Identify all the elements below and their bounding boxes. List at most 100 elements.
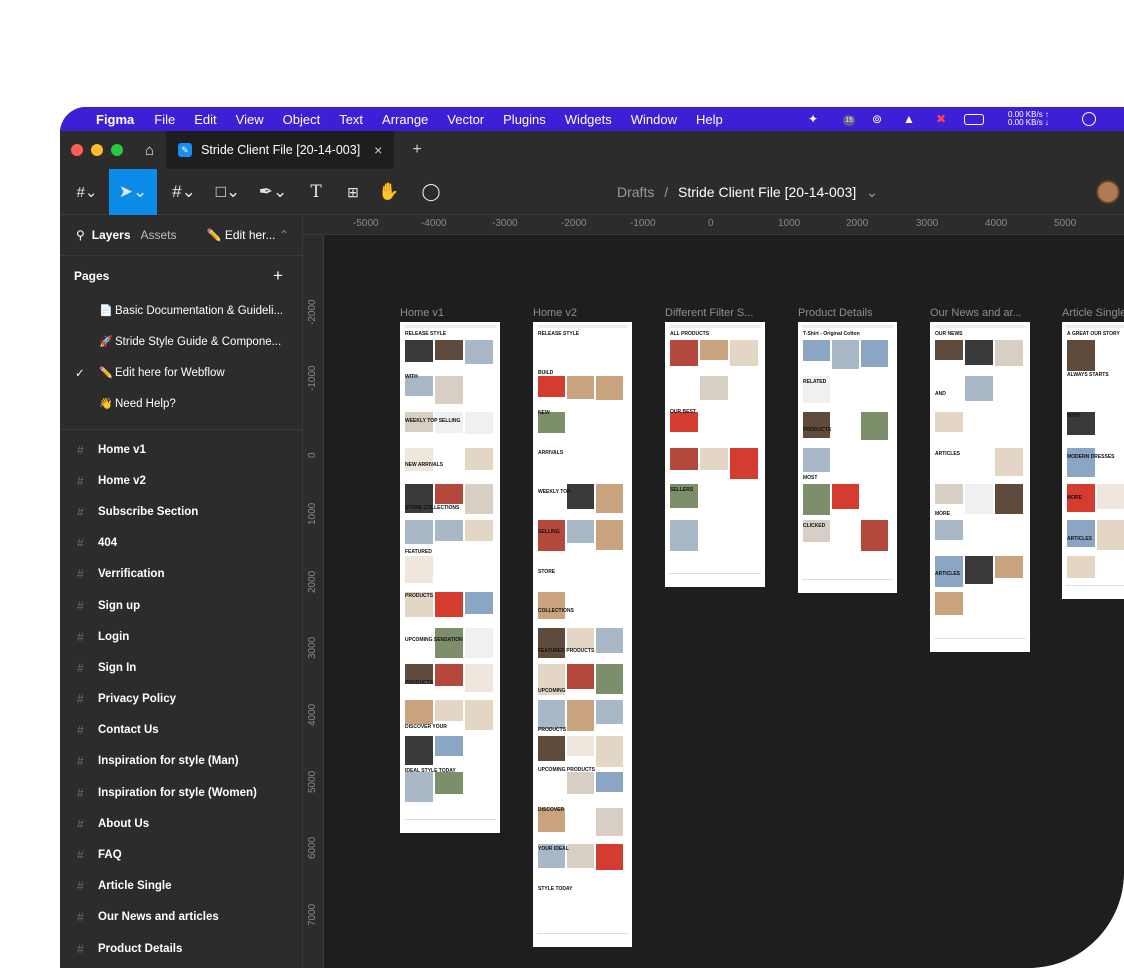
frame-thumbnail[interactable]: A GREAT OUR STORY ALWAYS STARTS WITH MODERN… (1062, 322, 1124, 599)
avatar[interactable] (1096, 180, 1120, 204)
frame-heading: FEATURED PRODUCTS (538, 648, 595, 654)
resources-icon[interactable]: ⊞ (340, 169, 366, 215)
frame-thumbnail[interactable]: T-Shirt - Original Cotton RELATED PRODUCTS… (798, 322, 897, 593)
layer-item[interactable]: # Home v1 (60, 434, 302, 465)
layer-item[interactable]: # About Us (60, 808, 302, 839)
frame-heading: UPCOMING SENSATION (405, 637, 463, 643)
layer-item[interactable]: # Subscribe Section (60, 496, 302, 527)
main-menu-icon[interactable]: #⌄ (70, 169, 104, 215)
layer-item[interactable]: # Inspiration for style (Women) (60, 777, 302, 808)
hand-tool-icon[interactable]: ✋ (376, 169, 402, 215)
layer-item[interactable]: # Inspiration for style (Man) (60, 746, 302, 777)
new-tab-button[interactable]: + (412, 141, 421, 159)
layer-item[interactable]: # FAQ (60, 839, 302, 870)
layer-label: Home v2 (98, 474, 146, 487)
layer-item[interactable]: # Login (60, 621, 302, 652)
menu-plugins[interactable]: Plugins (503, 112, 546, 127)
tab-stride-client-file[interactable]: ✎ Stride Client File [20-14-003] × (166, 131, 395, 169)
breadcrumb-file[interactable]: Stride Client File [20-14-003] (678, 184, 856, 200)
frame-thumbnail[interactable]: RELEASE STYLE BUILD NEW ARRIVALS WEEKLY TOP S… (533, 322, 632, 947)
minimize-window-button[interactable] (91, 144, 103, 156)
frame-thumbnail[interactable]: OUR NEWS AND ARTICLES MORE ARTICLES (930, 322, 1030, 652)
tab-close-icon[interactable]: × (374, 142, 382, 158)
layer-item[interactable]: # Contact Us (60, 715, 302, 746)
ruler-tick: -1000 (630, 218, 656, 229)
close-window-button[interactable] (71, 144, 83, 156)
frame-thumbnail[interactable]: RELEASE STYLE WITH WEEKLY TOP SELLING NEW A… (400, 322, 500, 833)
image-placeholder (700, 448, 728, 470)
layer-item[interactable]: #404 (60, 528, 302, 559)
frame-label[interactable]: Article Single (1062, 307, 1124, 319)
figma-tray-icon[interactable]: ✦ (804, 111, 822, 127)
frame-heading: WEEKLY TOP (538, 489, 571, 495)
menu-text[interactable]: Text (339, 112, 363, 127)
battery-icon[interactable] (964, 113, 984, 125)
image-placeholder (435, 484, 463, 504)
menu-file[interactable]: File (154, 112, 175, 127)
text-tool-icon[interactable]: T (304, 169, 328, 215)
pen-tool-icon[interactable]: ✒⌄ (254, 169, 292, 215)
page-dropdown[interactable]: ✏️ Edit her... ⌃ (207, 228, 289, 242)
image-placeholder (465, 700, 493, 730)
menu-window[interactable]: Window (631, 112, 677, 127)
frame-heading: SELLING (538, 529, 560, 535)
layer-item[interactable]: # Sign In (60, 652, 302, 683)
home-icon[interactable]: ⌂ (145, 142, 154, 159)
page-item-style-guide[interactable]: 🚀 Stride Style Guide & Compone... (60, 326, 302, 357)
menu-help[interactable]: Help (696, 112, 723, 127)
image-placeholder (596, 628, 623, 653)
tray-badge: 15 (843, 115, 855, 126)
image-placeholder (965, 340, 993, 365)
calendar-tray-icon[interactable]: 15 (836, 111, 855, 127)
image-placeholder (465, 340, 493, 364)
move-tool-icon[interactable]: ➤⌄ (109, 169, 157, 215)
comment-tool-icon[interactable]: ◯ (418, 169, 444, 215)
image-placeholder (670, 448, 698, 470)
chevron-down-icon[interactable]: ⌄ (866, 184, 878, 200)
frame-label[interactable]: Our News and ar... (930, 307, 1054, 319)
image-placeholder (832, 340, 859, 369)
add-page-button[interactable]: + (273, 266, 283, 286)
creative-cloud-icon[interactable]: ⊚ (868, 111, 886, 127)
search-icon[interactable]: ⚲ (76, 228, 85, 242)
layer-item[interactable]: # Verrification (60, 559, 302, 590)
frame-thumbnail[interactable]: ALL PRODUCTS OUR BEST SELLERS (665, 322, 765, 587)
layer-item[interactable]: # Privacy Policy (60, 684, 302, 715)
shape-tool-icon[interactable]: □⌄ (210, 169, 246, 215)
breadcrumb-drafts[interactable]: Drafts (617, 184, 654, 200)
page-item-need-help[interactable]: 👋 Need Help? (60, 388, 302, 419)
lock-icon[interactable]: ▲ (900, 111, 918, 127)
macos-menu-bar: Figma File Edit View Object Text Arrange… (60, 107, 1124, 131)
frame-label[interactable]: Product Details (798, 307, 921, 319)
tab-layers[interactable]: Layers (92, 228, 131, 242)
menu-object[interactable]: Object (283, 112, 321, 127)
menu-app-figma[interactable]: Figma (96, 112, 134, 127)
zoom-window-button[interactable] (111, 144, 123, 156)
image-placeholder (596, 700, 623, 724)
layer-item[interactable]: # Our News and articles (60, 902, 302, 933)
layer-item[interactable]: # Product Details (60, 933, 302, 964)
image-placeholder (861, 520, 888, 551)
menu-edit[interactable]: Edit (194, 112, 216, 127)
frame-heading: ALWAYS STARTS (1067, 372, 1109, 378)
tab-assets[interactable]: Assets (141, 228, 177, 242)
layer-item[interactable]: # Article Single (60, 871, 302, 902)
app-tray-icon[interactable]: ✖ (932, 111, 950, 127)
canvas[interactable]: Home v1 RELEASE STYLE WITH WEEKLY TOP SELLI… (325, 236, 1124, 968)
menu-view[interactable]: View (236, 112, 264, 127)
frame-tool-icon[interactable]: #⌄ (166, 169, 202, 215)
menu-arrange[interactable]: Arrange (382, 112, 428, 127)
frame-label[interactable]: Home v2 (533, 307, 656, 319)
image-placeholder (435, 736, 463, 756)
frame-icon: # (77, 442, 84, 457)
frame-label[interactable]: Different Filter S... (665, 307, 789, 319)
page-item-basic-documentation[interactable]: 📄 Basic Documentation & Guideli... (60, 295, 302, 326)
page-item-edit-here[interactable]: ✓ ✏️ Edit here for Webflow (60, 357, 302, 388)
user-account-icon[interactable] (1082, 112, 1096, 126)
layer-item[interactable]: # Home v2 (60, 465, 302, 496)
layer-item[interactable]: # Sign up (60, 590, 302, 621)
menu-widgets[interactable]: Widgets (565, 112, 612, 127)
menu-vector[interactable]: Vector (447, 112, 484, 127)
frame-label[interactable]: Home v1 (400, 307, 524, 319)
frame-heading: YOUR IDEAL (538, 846, 569, 852)
